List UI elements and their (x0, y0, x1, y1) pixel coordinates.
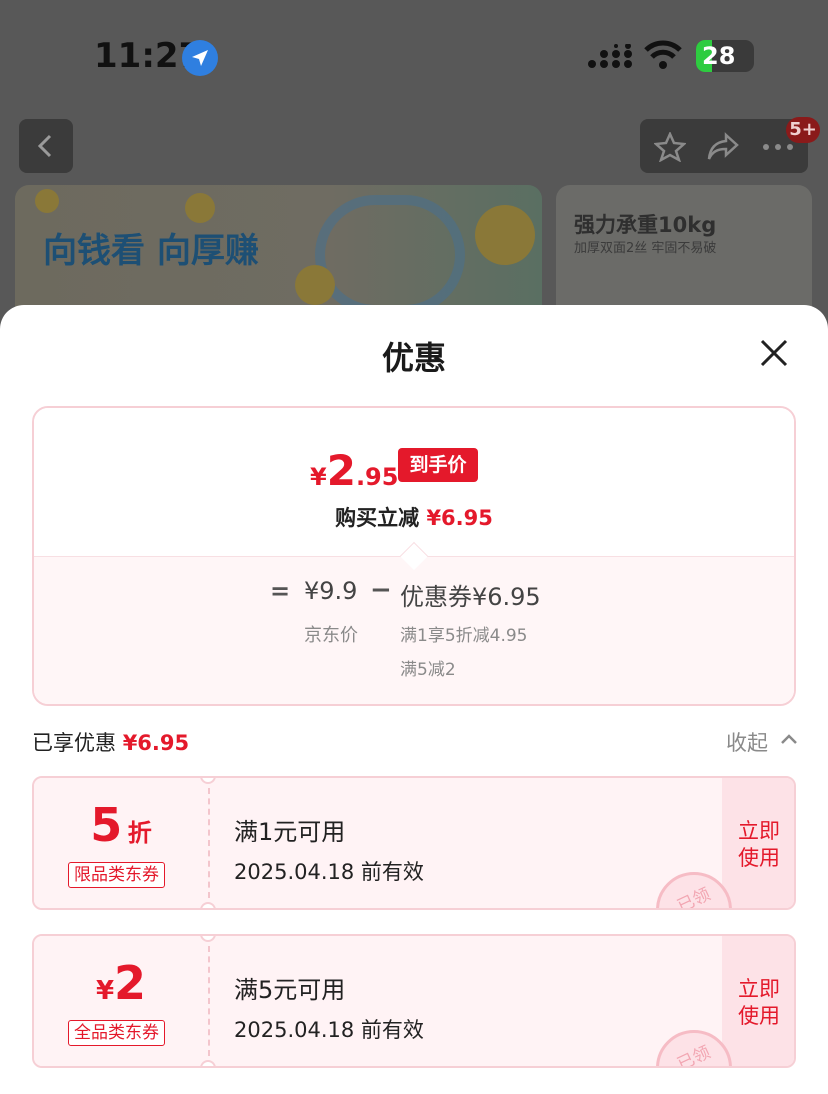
coupon-detail: 满5减2 (400, 660, 456, 680)
coupon-amount-currency: ¥ (95, 976, 115, 1006)
minus-sign: − (370, 575, 392, 605)
coupon-amount: 5 折 (34, 798, 208, 852)
sheet-title: 优惠 (381, 339, 446, 377)
battery-text: 28 (702, 42, 736, 70)
final-price: ¥2.95 (310, 446, 398, 495)
equals-sign: = (270, 577, 291, 605)
coupon-amount-number: 2 (114, 956, 147, 1010)
use-now-button[interactable]: 立即使用 (734, 976, 784, 1030)
final-price-tag: 到手价 (398, 448, 478, 482)
location-arrow-icon (182, 40, 218, 76)
coupon-validity: 2025.04.18 前有效 (234, 860, 424, 884)
coupon-divider (208, 946, 210, 1056)
coupon-condition: 满1元可用 (234, 818, 346, 846)
original-price-label: 京东价 (304, 625, 358, 646)
banner-right-title: 强力承重10kg (574, 213, 717, 237)
coupon-validity: 2025.04.18 前有效 (234, 1018, 424, 1042)
use-now-button[interactable]: 立即使用 (734, 818, 784, 872)
coupon-amount-number: 5 (90, 798, 123, 852)
coupon-notch (200, 1060, 216, 1066)
share-icon[interactable] (706, 132, 740, 162)
coupon-card: 5 折 限品类东券 满1元可用 2025.04.18 前有效 已领 立即使用 (32, 776, 796, 910)
coin-graphic (35, 189, 59, 213)
price-formula: = ¥9.9 京东价 − 优惠券¥6.95 满1享5折减4.95 满5减2 (34, 556, 794, 704)
discount-sheet: 优惠 ¥2.95 到手价 购买立减 ¥6.95 = ¥9.9 京东价 − 优惠券… (0, 305, 828, 1094)
coupon-scope-tag: 限品类东券 (68, 862, 165, 888)
enjoyed-discount-value: ¥6.95 (122, 731, 190, 755)
enjoyed-discount-label: 已享优惠 (32, 731, 116, 755)
banner-slogan: 向钱看 向厚赚 (43, 231, 259, 271)
instant-discount-value: ¥6.95 (426, 506, 493, 530)
instant-discount-label: 购买立减 (335, 506, 420, 530)
coupon-condition: 满5元可用 (234, 976, 346, 1004)
price-summary: ¥2.95 到手价 购买立减 ¥6.95 (34, 408, 794, 556)
cellular-signal-icon (588, 44, 632, 68)
star-icon[interactable] (654, 132, 686, 162)
message-badge: 5+ (786, 117, 820, 143)
coupon-notch (200, 902, 216, 908)
coupon-scope-tag: 全品类东券 (68, 1020, 165, 1046)
instant-discount-line: 购买立减 ¥6.95 (34, 502, 794, 532)
wifi-icon (644, 40, 682, 69)
battery-indicator: 28 (696, 40, 754, 72)
ribbon-graphic (315, 195, 465, 315)
promo-banner-left[interactable]: 向钱看 向厚赚 (15, 185, 542, 325)
original-price: ¥9.9 (304, 577, 358, 605)
coupon-divider (208, 788, 210, 898)
back-button[interactable] (19, 119, 73, 173)
status-bar: 11:27 28 (0, 0, 828, 110)
promo-banner-right[interactable]: 强力承重10kg 加厚双面2丝 牢固不易破 (556, 185, 812, 325)
top-action-bar (640, 119, 808, 173)
coupon-total: 优惠券¥6.95 (400, 583, 541, 611)
coin-graphic (475, 205, 535, 265)
coupon-amount-unit: 折 (127, 819, 152, 847)
final-price-integer: 2 (326, 446, 356, 495)
more-icon[interactable] (762, 143, 794, 151)
enjoyed-discount: 已享优惠 ¥6.95 (32, 727, 189, 757)
coupon-detail: 满1享5折减4.95 (400, 626, 528, 646)
coupon-amount: ¥2 (34, 956, 208, 1010)
price-breakdown-card: ¥2.95 到手价 购买立减 ¥6.95 = ¥9.9 京东价 − 优惠券¥6.… (32, 406, 796, 706)
close-icon[interactable] (756, 335, 792, 371)
coin-graphic (185, 193, 215, 223)
final-price-decimal: .95 (355, 463, 399, 491)
chevron-left-icon (37, 134, 52, 158)
chevron-up-icon[interactable] (780, 731, 798, 747)
final-price-currency: ¥ (310, 463, 327, 491)
coin-graphic (295, 265, 335, 305)
banner-right-subtitle: 加厚双面2丝 牢固不易破 (574, 241, 717, 256)
collapse-button[interactable]: 收起 (726, 727, 768, 757)
coupon-card: ¥2 全品类东券 满5元可用 2025.04.18 前有效 已领 立即使用 (32, 934, 796, 1068)
